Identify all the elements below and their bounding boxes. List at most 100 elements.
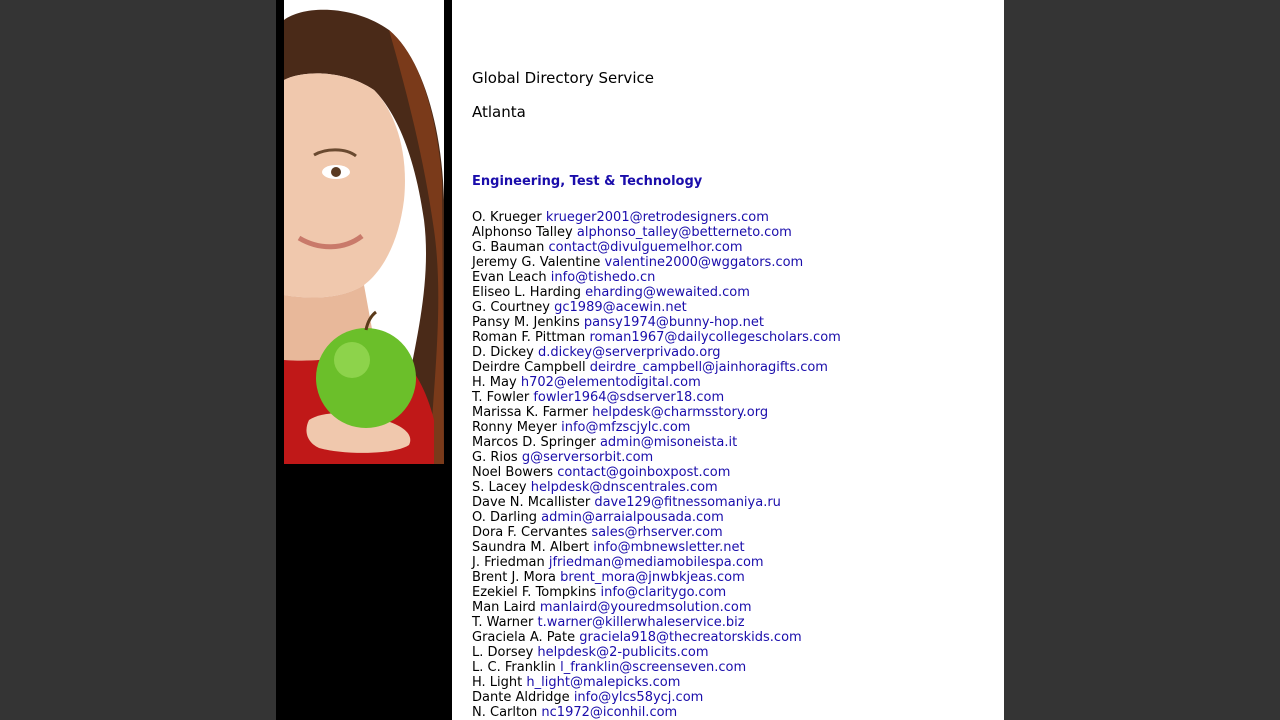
contact-email-link[interactable]: info@tishedo.cn — [551, 270, 656, 285]
contact-name: Pansy M. Jenkins — [472, 315, 580, 330]
list-item: Dave N. Mcallister dave129@fitnessomaniy… — [472, 495, 841, 510]
contact-name: J. Friedman — [472, 555, 545, 570]
list-item: G. Rios g@serversorbit.com — [472, 450, 841, 465]
contact-name: Deirdre Campbell — [472, 360, 586, 375]
contact-name: Man Laird — [472, 600, 536, 615]
contact-name: Ezekiel F. Tompkins — [472, 585, 597, 600]
list-item: J. Friedman jfriedman@mediamobilespa.com — [472, 555, 841, 570]
contact-email-link[interactable]: nc1972@iconhil.com — [541, 705, 677, 720]
contact-email-link[interactable]: dave129@fitnessomaniya.ru — [594, 495, 781, 510]
contact-name: Graciela A. Pate — [472, 630, 576, 645]
contact-name: T. Warner — [472, 615, 534, 630]
contact-name: L. Dorsey — [472, 645, 534, 660]
contact-email-link[interactable]: l_franklin@screenseven.com — [560, 660, 746, 675]
contact-email-link[interactable]: eharding@wewaited.com — [585, 285, 750, 300]
list-item: Eliseo L. Harding eharding@wewaited.com — [472, 285, 841, 300]
contact-email-link[interactable]: info@ylcs58ycj.com — [574, 690, 704, 705]
list-item: Ezekiel F. Tompkins info@claritygo.com — [472, 585, 841, 600]
contact-email-link[interactable]: deirdre_campbell@jainhoragifts.com — [590, 360, 828, 375]
hero-photo — [284, 0, 444, 464]
list-item: Dante Aldridge info@ylcs58ycj.com — [472, 690, 841, 705]
contact-name: Dora F. Cervantes — [472, 525, 588, 540]
list-item: D. Dickey d.dickey@serverprivado.org — [472, 345, 841, 360]
contact-email-link[interactable]: helpdesk@charmsstory.org — [592, 405, 768, 420]
list-item: Brent J. Mora brent_mora@jnwbkjeas.com — [472, 570, 841, 585]
contact-email-link[interactable]: roman1967@dailycollegescholars.com — [589, 330, 840, 345]
list-item: Deirdre Campbell deirdre_campbell@jainho… — [472, 360, 841, 375]
contact-name: Noel Bowers — [472, 465, 554, 480]
contact-name: G. Rios — [472, 450, 518, 465]
hero-photo-graphic — [284, 9, 444, 464]
contact-list: O. Krueger krueger2001@retrodesigners.co… — [472, 210, 841, 720]
contact-name: Brent J. Mora — [472, 570, 557, 585]
city-heading: Atlanta — [472, 103, 526, 121]
list-item: Marissa K. Farmer helpdesk@charmsstory.o… — [472, 405, 841, 420]
contact-email-link[interactable]: t.warner@killerwhaleservice.biz — [538, 615, 745, 630]
contact-email-link[interactable]: admin@misoneista.it — [600, 435, 737, 450]
list-item: T. Warner t.warner@killerwhaleservice.bi… — [472, 615, 841, 630]
contact-name: D. Dickey — [472, 345, 534, 360]
contact-name: G. Courtney — [472, 300, 550, 315]
list-item: O. Krueger krueger2001@retrodesigners.co… — [472, 210, 841, 225]
contact-name: N. Carlton — [472, 705, 538, 720]
contact-name: H. Light — [472, 675, 523, 690]
directory-page: Global Directory Service Atlanta Enginee… — [452, 0, 1004, 720]
contact-email-link[interactable]: contact@divulguemelhor.com — [548, 240, 742, 255]
contact-name: Marcos D. Springer — [472, 435, 596, 450]
contact-name: O. Darling — [472, 510, 538, 525]
contact-name: Saundra M. Albert — [472, 540, 590, 555]
contact-name: S. Lacey — [472, 480, 527, 495]
list-item: Roman F. Pittman roman1967@dailycolleges… — [472, 330, 841, 345]
contact-email-link[interactable]: helpdesk@2-publicits.com — [537, 645, 708, 660]
section-heading: Engineering, Test & Technology — [472, 174, 703, 189]
list-item: Alphonso Talley alphonso_talley@betterne… — [472, 225, 841, 240]
page-title: Global Directory Service — [472, 69, 654, 87]
contact-email-link[interactable]: info@mfzscjylc.com — [561, 420, 690, 435]
contact-email-link[interactable]: info@claritygo.com — [600, 585, 726, 600]
list-item: Saundra M. Albert info@mbnewsletter.net — [472, 540, 841, 555]
contact-email-link[interactable]: manlaird@youredmsolution.com — [540, 600, 752, 615]
contact-name: Alphonso Talley — [472, 225, 573, 240]
list-item: Marcos D. Springer admin@misoneista.it — [472, 435, 841, 450]
contact-name: Eliseo L. Harding — [472, 285, 582, 300]
contact-email-link[interactable]: d.dickey@serverprivado.org — [538, 345, 721, 360]
list-item: Ronny Meyer info@mfzscjylc.com — [472, 420, 841, 435]
contact-email-link[interactable]: h_light@malepicks.com — [526, 675, 680, 690]
contact-email-link[interactable]: brent_mora@jnwbkjeas.com — [560, 570, 745, 585]
list-item: Jeremy G. Valentine valentine2000@wggato… — [472, 255, 841, 270]
contact-email-link[interactable]: contact@goinboxpost.com — [557, 465, 730, 480]
list-item: N. Carlton nc1972@iconhil.com — [472, 705, 841, 720]
contact-name: Marissa K. Farmer — [472, 405, 588, 420]
list-item: H. May h702@elementodigital.com — [472, 375, 841, 390]
contact-email-link[interactable]: admin@arraialpousada.com — [541, 510, 724, 525]
contact-name: Dante Aldridge — [472, 690, 570, 705]
contact-email-link[interactable]: fowler1964@sdserver18.com — [533, 390, 724, 405]
contact-name: G. Bauman — [472, 240, 545, 255]
list-item: G. Courtney gc1989@acewin.net — [472, 300, 841, 315]
contact-email-link[interactable]: alphonso_talley@betterneto.com — [577, 225, 792, 240]
contact-name: H. May — [472, 375, 517, 390]
contact-email-link[interactable]: valentine2000@wggators.com — [605, 255, 804, 270]
contact-email-link[interactable]: graciela918@thecreatorskids.com — [579, 630, 801, 645]
list-item: S. Lacey helpdesk@dnscentrales.com — [472, 480, 841, 495]
contact-email-link[interactable]: sales@rhserver.com — [591, 525, 722, 540]
contact-email-link[interactable]: helpdesk@dnscentrales.com — [531, 480, 718, 495]
contact-email-link[interactable]: pansy1974@bunny-hop.net — [584, 315, 764, 330]
contact-email-link[interactable]: gc1989@acewin.net — [554, 300, 687, 315]
contact-email-link[interactable]: krueger2001@retrodesigners.com — [546, 210, 769, 225]
list-item: G. Bauman contact@divulguemelhor.com — [472, 240, 841, 255]
list-item: T. Fowler fowler1964@sdserver18.com — [472, 390, 841, 405]
list-item: O. Darling admin@arraialpousada.com — [472, 510, 841, 525]
contact-email-link[interactable]: info@mbnewsletter.net — [593, 540, 744, 555]
contact-email-link[interactable]: jfriedman@mediamobilespa.com — [549, 555, 764, 570]
contact-name: Jeremy G. Valentine — [472, 255, 601, 270]
list-item: Graciela A. Pate graciela918@thecreators… — [472, 630, 841, 645]
list-item: Pansy M. Jenkins pansy1974@bunny-hop.net — [472, 315, 841, 330]
contact-name: T. Fowler — [472, 390, 530, 405]
contact-email-link[interactable]: g@serversorbit.com — [522, 450, 653, 465]
contact-name: Dave N. Mcallister — [472, 495, 591, 510]
contact-email-link[interactable]: h702@elementodigital.com — [521, 375, 701, 390]
empty-cell — [765, 655, 797, 681]
contact-name: Ronny Meyer — [472, 420, 557, 435]
list-item: Evan Leach info@tishedo.cn — [472, 270, 841, 285]
